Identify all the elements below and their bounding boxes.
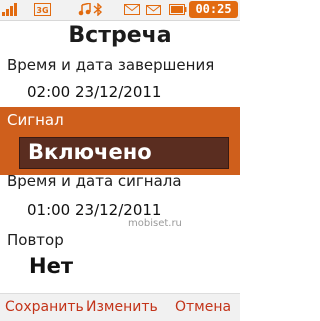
page-title: Встреча: [68, 23, 172, 48]
alarm-label: Сигнал: [7, 111, 64, 129]
clock: 00:25: [189, 1, 238, 18]
repeat-field[interactable]: Нет: [29, 254, 73, 278]
watermark: mobiset.ru: [128, 218, 182, 229]
save-button[interactable]: Сохранить: [5, 299, 84, 315]
svg-text:3G: 3G: [36, 6, 48, 15]
end-time-field[interactable]: 02:00 23/12/2011: [27, 83, 161, 101]
cancel-button[interactable]: Отмена: [175, 299, 231, 315]
bluetooth-icon: [93, 3, 103, 16]
music-player-icon: [78, 3, 91, 16]
alarm-selector[interactable]: Включено: [19, 137, 229, 169]
repeat-label: Повтор: [7, 231, 64, 249]
battery-icon: [169, 4, 187, 15]
status-bar: 3G 00:25: [0, 0, 240, 21]
alarm-value: Включено: [28, 140, 152, 164]
alarm-time-field[interactable]: 01:00 23/12/2011: [27, 201, 161, 219]
edit-button[interactable]: Изменить: [86, 299, 158, 315]
end-time-label: Время и дата завершения: [7, 56, 215, 74]
signal-icon: [2, 3, 17, 16]
network-3g-icon: 3G: [34, 3, 51, 16]
sms-icon: [124, 4, 140, 15]
softkey-bar: Сохранить Изменить Отмена: [0, 293, 240, 321]
alarm-time-label: Время и дата сигнала: [7, 172, 182, 190]
mail-icon: [146, 5, 161, 15]
